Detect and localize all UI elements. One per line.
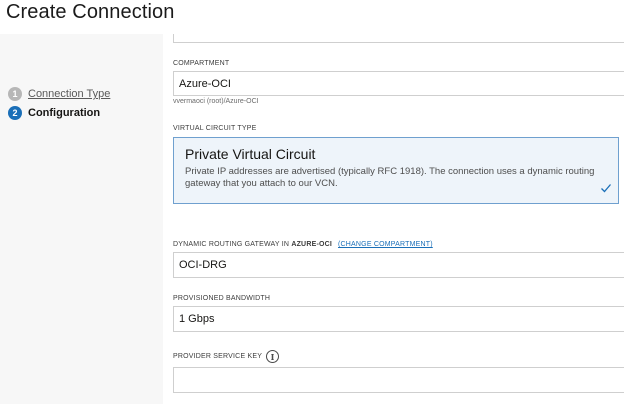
compartment-value: Azure-OCI [179,77,231,90]
step-connection-type[interactable]: 1 Connection Type [8,87,110,101]
wizard-steps: 1 Connection Type 2 Configuration [0,34,163,404]
compartment-select[interactable]: Azure-OCI [173,71,624,96]
change-compartment-link[interactable]: (CHANGE COMPARTMENT) [338,241,433,248]
drg-compartment-name: AZURE-OCI [291,241,333,248]
virtual-circuit-type-label: VIRTUAL CIRCUIT TYPE [173,125,257,132]
compartment-path-hint: vvermaoci (root)/Azure-OCI [173,98,259,105]
bandwidth-select[interactable]: 1 Gbps [173,306,624,332]
drg-select[interactable]: OCI-DRG [173,252,624,278]
configuration-form: COMPARTMENT Azure-OCI vvermaoci (root)/A… [163,34,624,404]
step-number-badge: 2 [8,106,22,120]
bandwidth-label: PROVISIONED BANDWIDTH [173,295,271,302]
bandwidth-value: 1 Gbps [179,313,215,325]
provider-service-key-input[interactable] [173,367,624,393]
drg-label: DYNAMIC ROUTING GATEWAY IN AZURE-OCI (CHA… [173,241,433,248]
circuit-option-description: Private IP addresses are advertised (typ… [185,166,595,189]
private-virtual-circuit-option[interactable]: Private Virtual Circuit Private IP addre… [173,137,619,204]
checkmark-icon [601,184,611,193]
step-number-badge: 1 [8,87,22,101]
step-configuration: 2 Configuration [8,106,100,120]
previous-field-input[interactable] [173,34,624,43]
service-key-label-row: PROVIDER SERVICE KEY i [173,350,280,363]
circuit-option-title: Private Virtual Circuit [185,146,316,162]
info-icon[interactable]: i [266,350,280,363]
page-title: Create Connection [6,1,175,23]
step-label[interactable]: Connection Type [28,88,110,100]
compartment-label: COMPARTMENT [173,60,230,67]
page-header: Create Connection [0,0,624,34]
drg-value: OCI-DRG [179,259,227,271]
step-label: Configuration [28,107,101,119]
